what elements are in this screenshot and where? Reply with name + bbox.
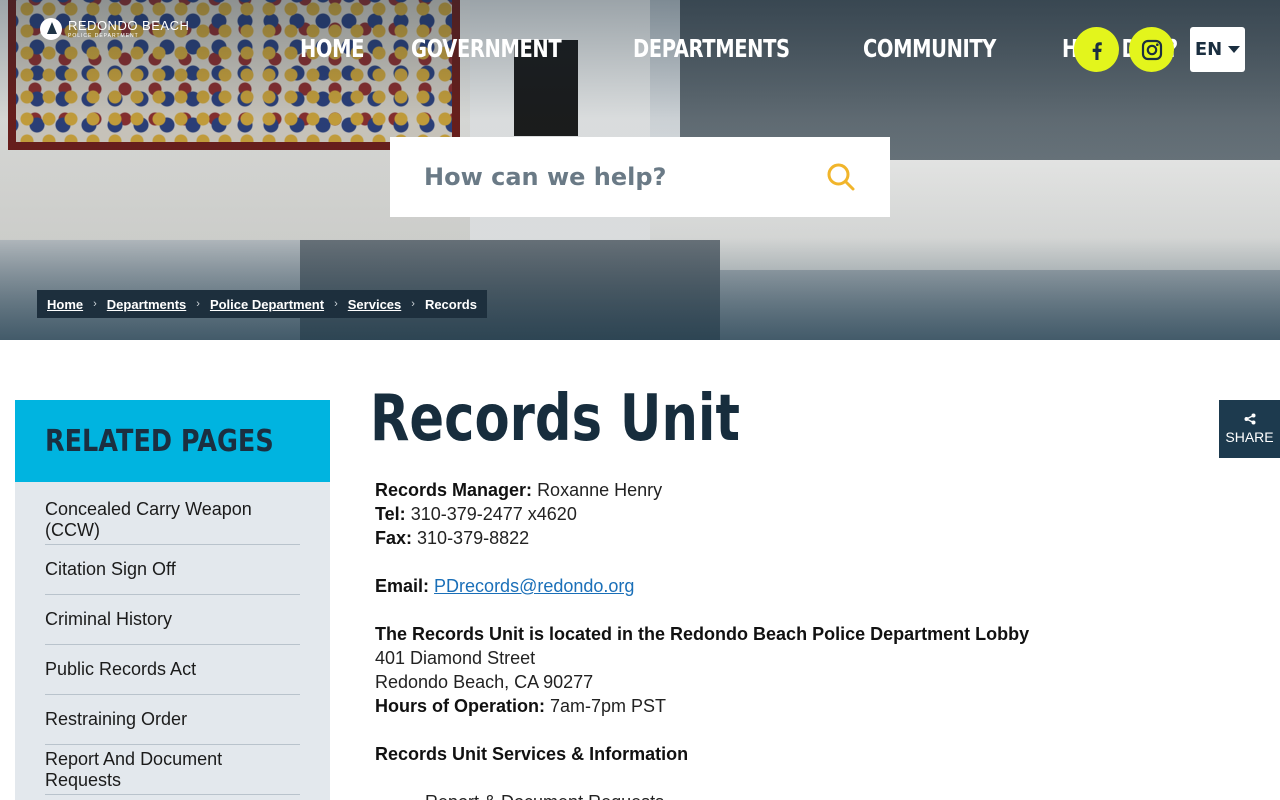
chevron-right-icon: › <box>411 298 415 310</box>
page-title: Records Unit <box>370 382 740 456</box>
street-address: 401 Diamond Street <box>375 648 536 668</box>
breadcrumb-current: Records <box>424 296 477 312</box>
chevron-down-icon <box>1228 46 1241 53</box>
sidebar-item-citation-sign-off[interactable]: Citation Sign Off <box>45 545 300 595</box>
instagram-icon <box>1141 39 1162 60</box>
logo-subtext: POLICE DEPARTMENT <box>68 33 139 39</box>
sidebar-item-public-records-act[interactable]: Public Records Act <box>45 645 300 695</box>
main-content: Records Unit Records Manager: Roxanne He… <box>370 380 1190 800</box>
share-icon <box>1244 413 1255 425</box>
sailboat-icon <box>40 18 62 40</box>
chevron-right-icon: › <box>334 298 338 310</box>
tel-value: 310-379-2477 x4620 <box>410 504 577 524</box>
sidebar-title: RELATED PAGES <box>45 423 274 459</box>
city-address: Redondo Beach, CA 90277 <box>375 672 594 692</box>
hours-value: 7am-7pm PST <box>550 696 667 716</box>
nav-departments[interactable]: DEPARTMENTS <box>633 34 790 63</box>
location-heading: The Records Unit is located in the Redon… <box>375 624 1030 644</box>
hours-label: Hours of Operation: <box>375 696 545 716</box>
sidebar-item-restraining-order[interactable]: Restraining Order <box>45 695 300 745</box>
share-label: SHARE <box>1225 429 1274 445</box>
list-item[interactable]: Report & Document Requests <box>425 790 1190 800</box>
breadcrumb: Home › Departments › Police Department ›… <box>37 290 487 318</box>
chevron-right-icon: › <box>93 298 97 310</box>
breadcrumb-services[interactable]: Services <box>348 297 402 312</box>
sidebar-item-criminal-history[interactable]: Criminal History <box>45 595 300 645</box>
facebook-button[interactable] <box>1074 27 1119 72</box>
sidebar-item-report-document-requests[interactable]: Report And Document Requests <box>45 745 300 795</box>
sidebar-item-ccw[interactable]: Concealed Carry Weapon (CCW) <box>45 482 300 545</box>
email-label: Email: <box>375 576 430 596</box>
search-input[interactable] <box>424 163 826 191</box>
breadcrumb-police-department[interactable]: Police Department <box>210 297 324 312</box>
site-logo[interactable]: REDONDO BEACH POLICE DEPARTMENT <box>40 18 189 40</box>
nav-home[interactable]: HOME <box>300 34 364 63</box>
facebook-icon <box>1092 41 1102 60</box>
nav-community[interactable]: COMMUNITY <box>863 34 996 63</box>
fax-label: Fax: <box>375 528 413 548</box>
manager-name: Roxanne Henry <box>537 480 663 500</box>
search-bar <box>390 137 890 217</box>
manager-label: Records Manager: <box>375 480 533 500</box>
related-pages-sidebar: RELATED PAGES Concealed Carry Weapon (CC… <box>15 400 330 800</box>
search-icon[interactable] <box>826 162 856 192</box>
language-label: EN <box>1194 39 1223 60</box>
services-list: Report & Document Requests <box>425 790 1190 800</box>
chevron-right-icon: › <box>196 298 200 310</box>
breadcrumb-departments[interactable]: Departments <box>107 297 186 312</box>
related-pages-list: Concealed Carry Weapon (CCW) Citation Si… <box>15 482 330 795</box>
instagram-button[interactable] <box>1129 27 1174 72</box>
sidebar-header: RELATED PAGES <box>15 400 330 482</box>
logo-text: REDONDO BEACH <box>68 18 190 33</box>
share-button[interactable]: SHARE <box>1219 400 1280 458</box>
email-link[interactable]: PDrecords@redondo.org <box>434 576 634 596</box>
tel-label: Tel: <box>375 504 406 524</box>
nav-government[interactable]: GOVERNMENT <box>411 34 562 63</box>
breadcrumb-home[interactable]: Home <box>47 297 83 312</box>
fax-value: 310-379-8822 <box>417 528 530 548</box>
services-heading: Records Unit Services & Information <box>375 744 689 764</box>
records-info: Records Manager: Roxanne Henry Tel: 310-… <box>370 478 1190 800</box>
language-selector[interactable]: EN <box>1190 27 1245 72</box>
